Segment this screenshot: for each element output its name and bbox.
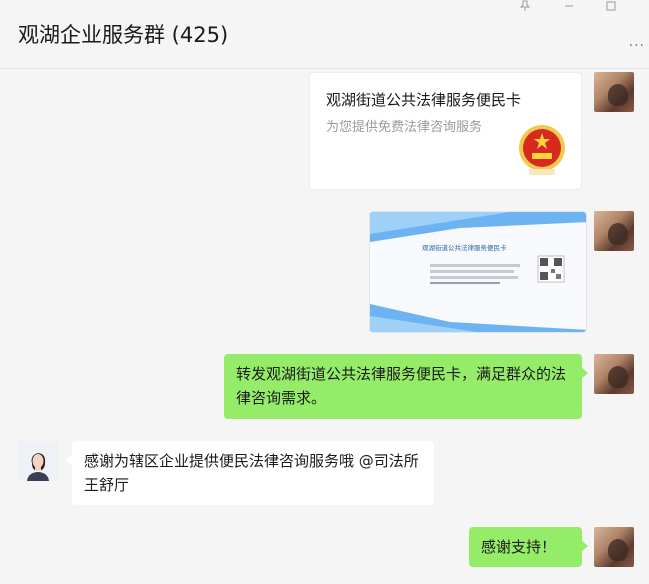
maximize-icon[interactable] xyxy=(600,0,622,14)
my-avatar[interactable] xyxy=(594,527,634,567)
image-card-heading: 观湖街道公共法律服务便民卡 xyxy=(422,243,507,252)
my-message-bubble[interactable]: 感谢支持！ xyxy=(469,527,588,567)
my-avatar[interactable] xyxy=(594,211,634,251)
minimize-icon[interactable] xyxy=(558,0,580,14)
card-title: 观湖街道公共法律服务便民卡 xyxy=(326,91,522,109)
my-message-bubble[interactable]: 转发观湖街道公共法律服务便民卡，满足群众的法律咨询需求。 xyxy=(224,354,588,419)
more-options-icon[interactable]: ... xyxy=(629,34,645,50)
shared-card[interactable]: 观湖街道公共法律服务便民卡 为您提供免费法律咨询服务 xyxy=(309,72,582,190)
message-text: 转发观湖街道公共法律服务便民卡，满足群众的法律咨询需求。 xyxy=(236,365,567,407)
image-message[interactable]: 观湖街道公共法律服务便民卡 xyxy=(369,211,587,333)
my-avatar[interactable] xyxy=(594,72,634,112)
national-emblem-icon xyxy=(519,125,565,175)
pin-icon[interactable] xyxy=(514,0,536,14)
sender-avatar[interactable] xyxy=(18,441,58,481)
other-message-bubble[interactable]: 感谢为辖区企业提供便民法律咨询服务哦 @司法所王舒厅 xyxy=(66,441,434,505)
chat-title: 观湖企业服务群 (425) xyxy=(18,23,229,47)
chat-header: 观湖企业服务群 (425) ... xyxy=(0,0,649,69)
my-avatar[interactable] xyxy=(594,354,634,394)
card-description: 为您提供免费法律咨询服务 xyxy=(326,120,483,135)
message-text: 感谢为辖区企业提供便民法律咨询服务哦 @司法所王舒厅 xyxy=(84,452,419,494)
message-text: 感谢支持！ xyxy=(481,538,557,556)
